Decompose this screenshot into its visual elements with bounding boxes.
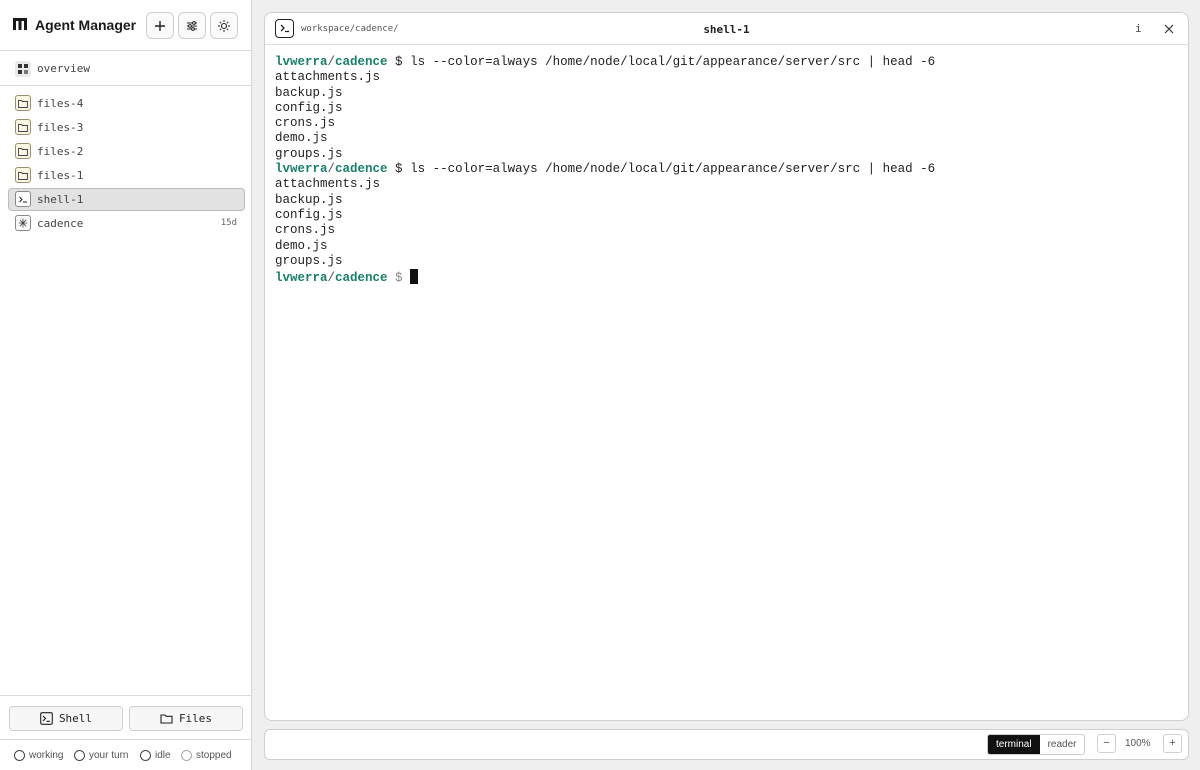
sidebar-item-cadence[interactable]: cadence 15d bbox=[8, 212, 245, 235]
output-line: attachments.js bbox=[275, 177, 381, 192]
age-badge: 15d bbox=[220, 218, 237, 228]
prompt-line: lvwerra/cadence $ bbox=[275, 269, 1175, 286]
legend-label: your turn bbox=[89, 750, 129, 761]
terminal-output[interactable]: lvwerra/cadence $ ls --color=always /hom… bbox=[275, 55, 1175, 286]
output-line: demo.js bbox=[275, 131, 328, 146]
prompt-symbol: $ bbox=[387, 162, 411, 177]
sidebar-item-files-2[interactable]: files-2 bbox=[8, 140, 245, 163]
asterisk-icon bbox=[15, 215, 31, 231]
zoom-out-button[interactable]: − bbox=[1097, 734, 1116, 753]
breadcrumb: workspace/cadence/ bbox=[301, 24, 399, 34]
cursor bbox=[410, 269, 419, 285]
prompt-symbol: $ bbox=[387, 271, 411, 286]
terminal-icon bbox=[275, 19, 294, 38]
prompt-symbol: $ bbox=[387, 55, 411, 69]
folder-icon bbox=[15, 167, 31, 183]
mode-reader-button[interactable]: reader bbox=[1040, 735, 1085, 754]
sidebar-item-label: files-4 bbox=[37, 97, 84, 110]
zoom-level: 100% bbox=[1125, 738, 1151, 749]
output-line: crons.js bbox=[275, 116, 336, 131]
prompt-line: lvwerra/cadence $ ls --color=always /hom… bbox=[275, 162, 1175, 177]
legend-label: stopped bbox=[196, 750, 232, 761]
folder-icon bbox=[15, 95, 31, 111]
theme-button[interactable] bbox=[210, 12, 238, 39]
status-dot-icon bbox=[140, 750, 151, 761]
mode-terminal-button[interactable]: terminal bbox=[988, 735, 1040, 754]
legend-idle: idle bbox=[140, 750, 171, 761]
mode-toggle: terminal reader bbox=[987, 734, 1086, 755]
prompt-dir: cadence bbox=[335, 55, 388, 69]
output-line: backup.js bbox=[275, 192, 343, 207]
prompt-separator: / bbox=[327, 162, 336, 177]
prompt-dir: cadence bbox=[335, 271, 388, 286]
terminal-icon bbox=[40, 712, 53, 725]
output-line: config.js bbox=[275, 100, 343, 115]
panel-header: workspace/cadence/ shell-1 i bbox=[265, 13, 1188, 45]
status-legend: working your turn idle stopped bbox=[0, 739, 251, 770]
view-controls: terminal reader − 100% + bbox=[264, 729, 1189, 760]
output-line: backup.js bbox=[275, 85, 343, 100]
brand-bar: Agent Manager bbox=[0, 0, 251, 51]
sidebar-item-files-1[interactable]: files-1 bbox=[8, 164, 245, 187]
output-line: groups.js bbox=[275, 253, 343, 268]
panel-title: shell-1 bbox=[703, 23, 750, 36]
sidebar-item-label: cadence bbox=[37, 217, 84, 230]
legend-stopped: stopped bbox=[181, 750, 232, 761]
new-button[interactable] bbox=[146, 12, 174, 39]
legend-label: working bbox=[29, 750, 64, 761]
sidebar-item-overview[interactable]: overview bbox=[0, 51, 251, 86]
settings-button[interactable] bbox=[178, 12, 206, 39]
sidebar-item-label: files-1 bbox=[37, 169, 84, 182]
grid-icon bbox=[15, 61, 31, 77]
plus-icon bbox=[155, 20, 165, 31]
files-button[interactable]: Files bbox=[129, 706, 243, 731]
sidebar-item-label: files-2 bbox=[37, 145, 84, 158]
folder-icon bbox=[160, 714, 173, 724]
sidebar-item-label: overview bbox=[37, 62, 90, 75]
shell-button-label: Shell bbox=[58, 712, 93, 725]
prompt-line: lvwerra/cadence $ ls --color=always /hom… bbox=[275, 55, 1175, 70]
sidebar-actions: Shell Files bbox=[0, 695, 251, 739]
command-text: ls --color=always /home/node/local/git/a… bbox=[410, 162, 936, 177]
prompt-separator: / bbox=[327, 271, 336, 286]
terminal-icon bbox=[15, 191, 31, 207]
status-dot-icon bbox=[14, 750, 25, 761]
sidebar-item-shell-1[interactable]: shell-1 bbox=[8, 188, 245, 211]
prompt-separator: / bbox=[327, 55, 336, 69]
output-line: crons.js bbox=[275, 223, 336, 238]
output-line: demo.js bbox=[275, 238, 328, 253]
sidebar-item-files-3[interactable]: files-3 bbox=[8, 116, 245, 139]
sidebar-item-label: files-3 bbox=[37, 121, 84, 134]
shell-button[interactable]: Shell bbox=[9, 706, 123, 731]
close-icon[interactable] bbox=[1162, 22, 1176, 36]
terminal-panel: workspace/cadence/ shell-1 i lvwerra/cad… bbox=[264, 12, 1189, 721]
zoom-in-button[interactable]: + bbox=[1163, 734, 1182, 753]
status-dot-icon bbox=[181, 750, 192, 761]
command-text: ls --color=always /home/node/local/git/a… bbox=[410, 55, 936, 69]
sidebar-item-files-4[interactable]: files-4 bbox=[8, 92, 245, 115]
status-dot-icon bbox=[74, 750, 85, 761]
prompt-user: lvwerra bbox=[275, 162, 328, 177]
sun-icon bbox=[218, 19, 230, 32]
prompt-user: lvwerra bbox=[275, 271, 328, 286]
output-line: attachments.js bbox=[275, 70, 381, 85]
output-line: config.js bbox=[275, 207, 343, 222]
sidebar-item-label: shell-1 bbox=[37, 193, 84, 206]
legend-working: working bbox=[14, 750, 63, 761]
legend-label: idle bbox=[155, 750, 171, 761]
app-title: Agent Manager bbox=[35, 17, 137, 33]
legend-your-turn: your turn bbox=[74, 750, 128, 761]
folder-icon bbox=[15, 119, 31, 135]
info-button[interactable]: i bbox=[1135, 22, 1142, 35]
prompt-user: lvwerra bbox=[275, 55, 328, 69]
logo-icon bbox=[13, 18, 27, 30]
files-button-label: Files bbox=[178, 712, 213, 725]
folder-icon bbox=[15, 143, 31, 159]
output-line: groups.js bbox=[275, 146, 343, 161]
sliders-icon bbox=[187, 20, 197, 31]
sidebar: Agent Manager overview files-4 files-3 f… bbox=[0, 0, 252, 770]
prompt-dir: cadence bbox=[335, 162, 388, 177]
